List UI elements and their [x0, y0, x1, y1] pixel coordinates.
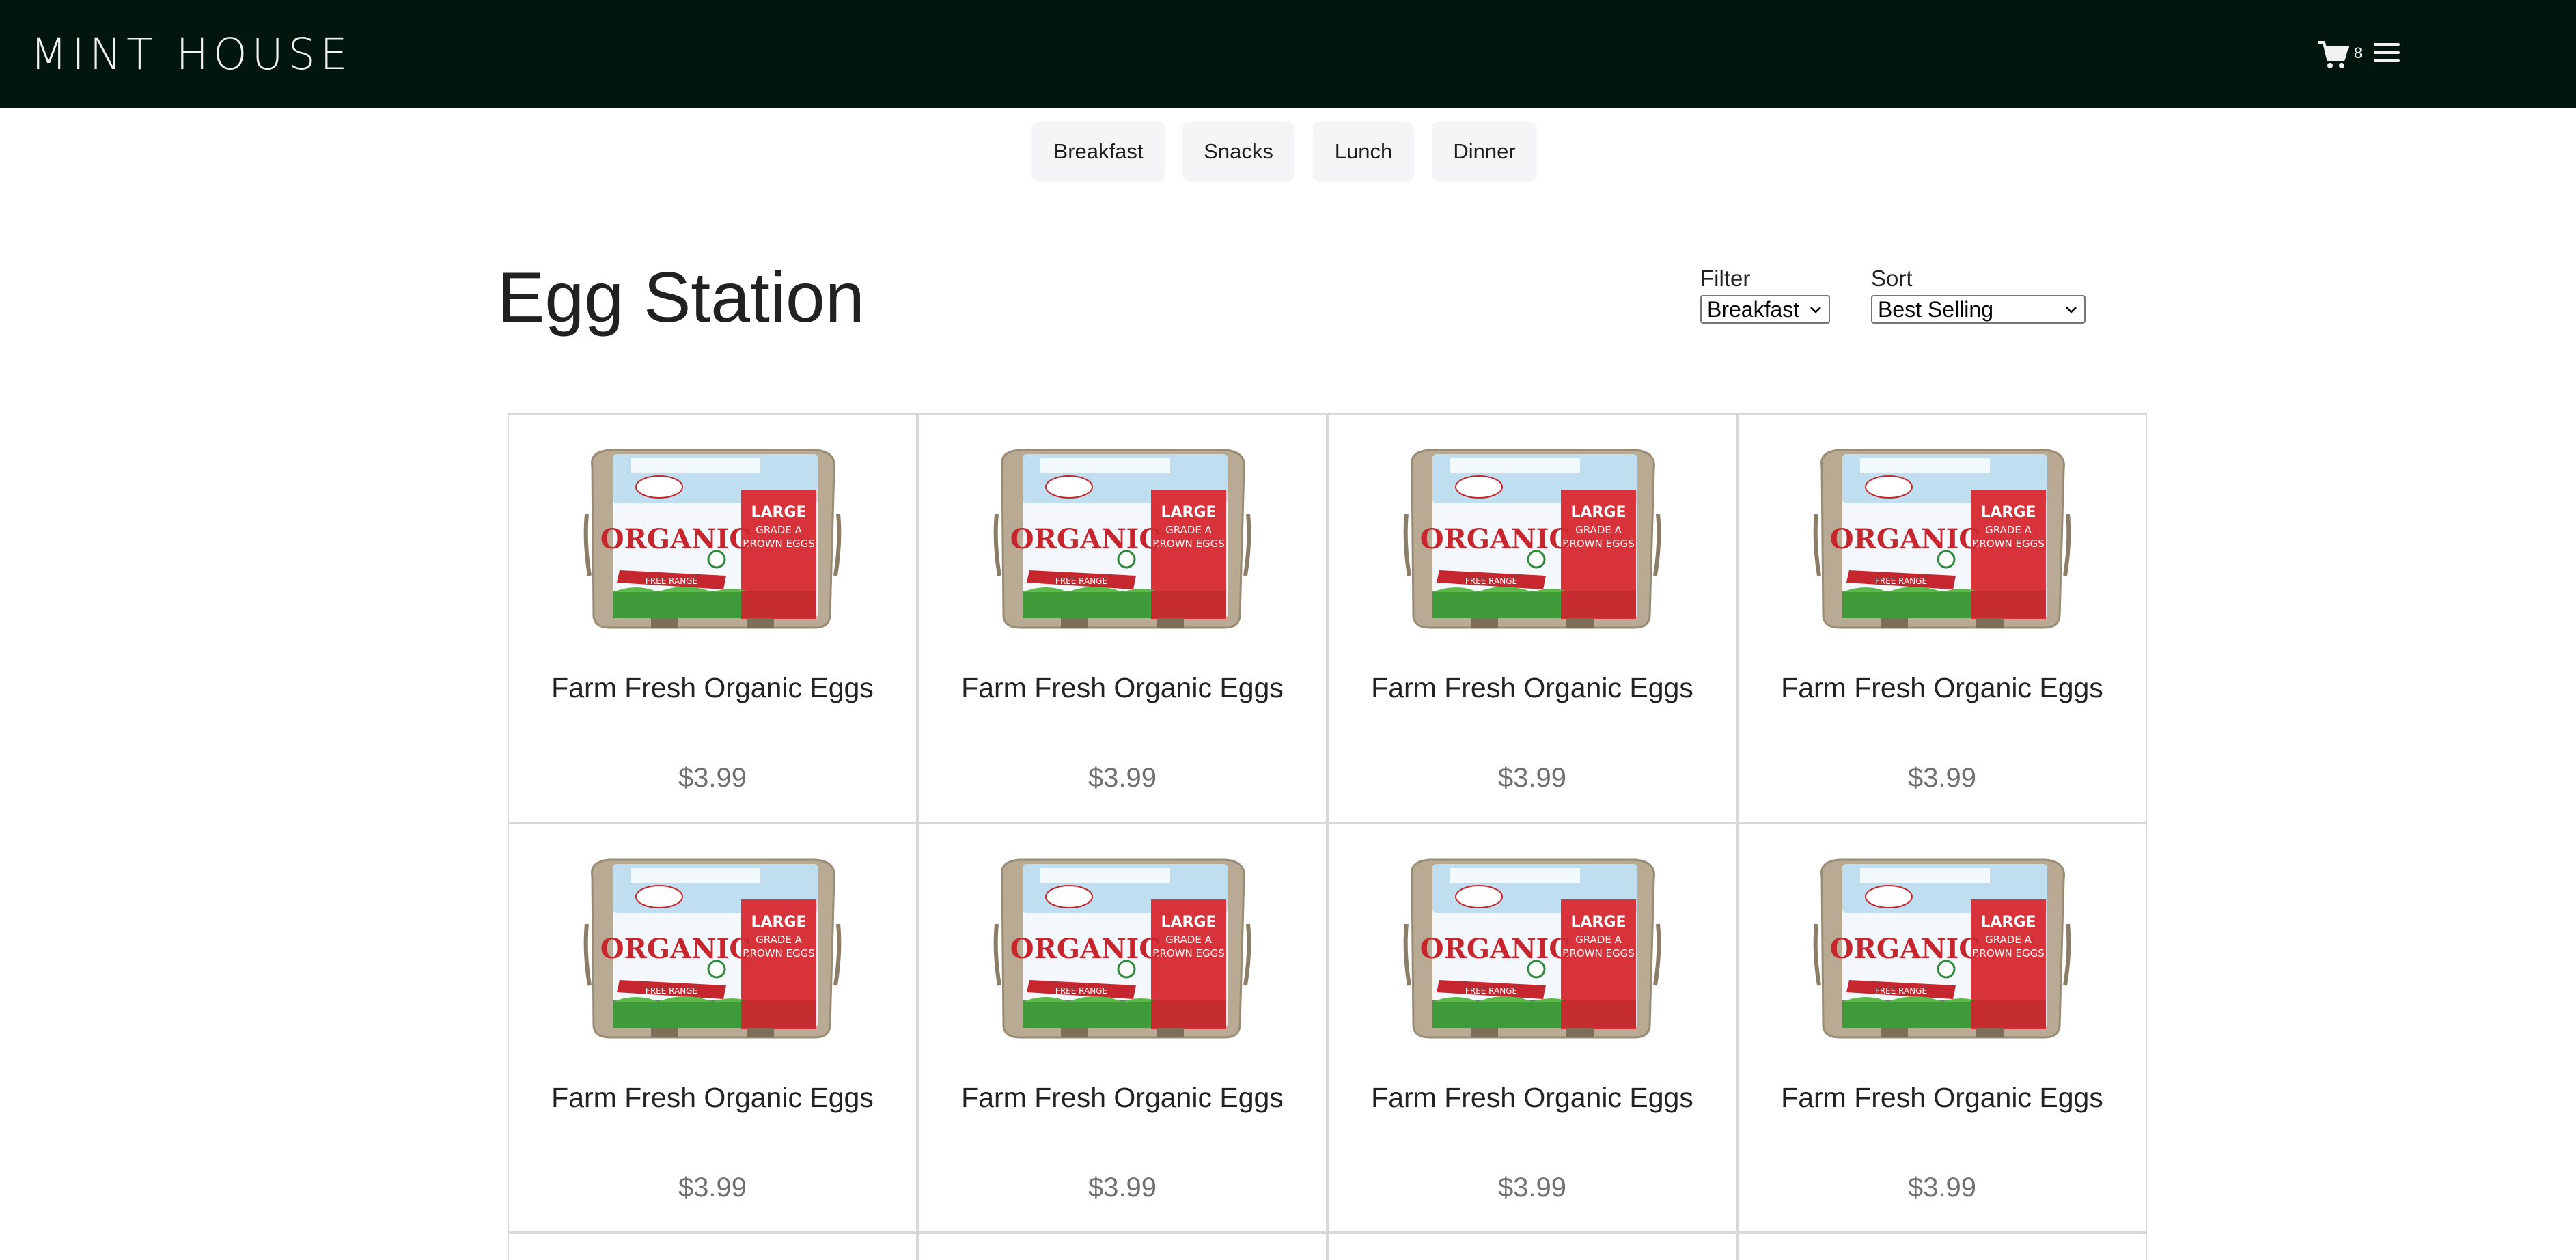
- product-name[interactable]: Farm Fresh Organic Eggs: [1739, 1081, 2146, 1114]
- svg-text:GRADE A: GRADE A: [756, 524, 802, 536]
- product-price: $3.99: [1497, 763, 1567, 793]
- product-name[interactable]: Farm Fresh Organic Eggs: [919, 1081, 1326, 1114]
- svg-text:FREE RANGE: FREE RANGE: [1465, 576, 1517, 586]
- filter-label: Filter: [1700, 266, 1751, 291]
- svg-text:GRADE A: GRADE A: [756, 934, 802, 946]
- site-header: MINT HOUSE 8: [0, 0, 2576, 108]
- egg-carton-image[interactable]: LARGE GRADE A BROWN EGGS ORGANIC FREE RA…: [1402, 856, 1662, 1040]
- product-card[interactable]: LARGE GRADE A BROWN EGGS ORGANIC FREE RA…: [1737, 413, 2147, 823]
- svg-text:BROWN EGGS: BROWN EGGS: [743, 537, 815, 550]
- svg-text:GRADE A: GRADE A: [1985, 524, 2032, 536]
- svg-text:ORGANIC: ORGANIC: [1010, 933, 1161, 965]
- svg-text:BROWN EGGS: BROWN EGGS: [1972, 537, 2045, 550]
- svg-text:GRADE A: GRADE A: [1165, 524, 1212, 536]
- egg-carton-image[interactable]: LARGE GRADE A BROWN EGGS ORGANIC FREE RA…: [993, 856, 1252, 1040]
- svg-text:ORGANIC: ORGANIC: [1420, 523, 1570, 555]
- egg-carton-image[interactable]: LARGE GRADE A BROWN EGGS ORGANIC FREE RA…: [583, 446, 842, 630]
- svg-text:BROWN EGGS: BROWN EGGS: [1152, 947, 1225, 960]
- product-price: $3.99: [678, 763, 747, 793]
- product-card[interactable]: LARGE GRADE A BROWN EGGS ORGANIC FREE RA…: [1327, 823, 1737, 1233]
- svg-text:LARGE: LARGE: [1570, 504, 1626, 521]
- cart-icon: [2318, 41, 2349, 68]
- sort-label: Sort: [1871, 266, 1913, 291]
- svg-text:FREE RANGE: FREE RANGE: [646, 986, 697, 996]
- product-name[interactable]: Farm Fresh Organic Eggs: [509, 1081, 916, 1114]
- sort-select[interactable]: Best Selling: [1871, 295, 2086, 324]
- product-price: $3.99: [1497, 1173, 1567, 1203]
- svg-text:LARGE: LARGE: [1161, 504, 1216, 521]
- svg-text:GRADE A: GRADE A: [1985, 934, 2032, 946]
- svg-text:GRADE A: GRADE A: [1165, 934, 1212, 946]
- svg-text:LARGE: LARGE: [751, 504, 806, 521]
- svg-text:LARGE: LARGE: [1980, 914, 2036, 931]
- product-card[interactable]: LARGE GRADE A BROWN EGGS ORGANIC FREE RA…: [508, 823, 917, 1233]
- svg-text:LARGE: LARGE: [751, 914, 806, 931]
- svg-text:ORGANIC: ORGANIC: [1830, 933, 1980, 965]
- svg-text:GRADE A: GRADE A: [1575, 934, 1622, 946]
- chevron-down-icon: [1810, 307, 1821, 313]
- egg-carton-image[interactable]: LARGE GRADE A BROWN EGGS ORGANIC FREE RA…: [1812, 856, 2072, 1040]
- egg-carton-image[interactable]: LARGE GRADE A BROWN EGGS ORGANIC FREE RA…: [583, 856, 842, 1040]
- category-lunch-button[interactable]: Lunch: [1313, 122, 1414, 182]
- product-card[interactable]: LARGE GRADE A BROWN EGGS ORGANIC FREE RA…: [917, 413, 1327, 823]
- egg-carton-image[interactable]: LARGE GRADE A BROWN EGGS ORGANIC FREE RA…: [1812, 446, 2072, 630]
- svg-text:FREE RANGE: FREE RANGE: [1055, 576, 1107, 586]
- product-card[interactable]: [508, 1233, 917, 1260]
- product-name[interactable]: Farm Fresh Organic Eggs: [509, 671, 916, 704]
- product-card[interactable]: [1327, 1233, 1737, 1260]
- product-card[interactable]: LARGE GRADE A BROWN EGGS ORGANIC FREE RA…: [508, 413, 917, 823]
- cart-button[interactable]: [2318, 40, 2349, 70]
- svg-text:ORGANIC: ORGANIC: [600, 933, 751, 965]
- svg-text:BROWN EGGS: BROWN EGGS: [1562, 537, 1635, 550]
- product-name[interactable]: Farm Fresh Organic Eggs: [1329, 671, 1736, 704]
- product-price: $3.99: [1907, 1173, 1977, 1203]
- egg-carton-image[interactable]: LARGE GRADE A BROWN EGGS ORGANIC FREE RA…: [993, 446, 1252, 630]
- hamburger-menu-button[interactable]: [2374, 41, 2400, 64]
- svg-text:BROWN EGGS: BROWN EGGS: [1972, 947, 2045, 960]
- svg-text:ORGANIC: ORGANIC: [1830, 523, 1980, 555]
- svg-text:FREE RANGE: FREE RANGE: [646, 576, 697, 586]
- filter-selected-value: Breakfast: [1707, 297, 1800, 322]
- category-breakfast-button[interactable]: Breakfast: [1031, 122, 1165, 182]
- filter-select[interactable]: Breakfast: [1700, 295, 1830, 324]
- product-grid: LARGE GRADE A BROWN EGGS ORGANIC FREE RA…: [508, 413, 2148, 1260]
- svg-text:FREE RANGE: FREE RANGE: [1055, 986, 1107, 996]
- category-dinner-button[interactable]: Dinner: [1432, 122, 1537, 182]
- svg-text:BROWN EGGS: BROWN EGGS: [1562, 947, 1635, 960]
- svg-text:FREE RANGE: FREE RANGE: [1875, 986, 1927, 996]
- sort-selected-value: Best Selling: [1878, 297, 1993, 322]
- svg-text:FREE RANGE: FREE RANGE: [1465, 986, 1517, 996]
- svg-text:ORGANIC: ORGANIC: [1420, 933, 1570, 965]
- product-name[interactable]: Farm Fresh Organic Eggs: [1739, 671, 2146, 704]
- svg-text:LARGE: LARGE: [1570, 914, 1626, 931]
- egg-carton-image[interactable]: LARGE GRADE A BROWN EGGS ORGANIC FREE RA…: [1402, 446, 1662, 630]
- svg-text:GRADE A: GRADE A: [1575, 524, 1622, 536]
- product-card[interactable]: LARGE GRADE A BROWN EGGS ORGANIC FREE RA…: [1737, 823, 2147, 1233]
- svg-text:BROWN EGGS: BROWN EGGS: [743, 947, 815, 960]
- product-name[interactable]: Farm Fresh Organic Eggs: [919, 671, 1326, 704]
- product-price: $3.99: [1907, 763, 1977, 793]
- product-price: $3.99: [1088, 763, 1157, 793]
- svg-text:LARGE: LARGE: [1980, 504, 2036, 521]
- category-snacks-button[interactable]: Snacks: [1182, 122, 1294, 182]
- chevron-down-icon: [2066, 307, 2077, 313]
- svg-text:BROWN EGGS: BROWN EGGS: [1152, 537, 1225, 550]
- cart-count-badge: 8: [2354, 44, 2363, 61]
- product-card[interactable]: [1737, 1233, 2147, 1260]
- svg-text:FREE RANGE: FREE RANGE: [1875, 576, 1927, 586]
- product-card[interactable]: LARGE GRADE A BROWN EGGS ORGANIC FREE RA…: [1327, 413, 1737, 823]
- svg-text:ORGANIC: ORGANIC: [600, 523, 751, 555]
- product-name[interactable]: Farm Fresh Organic Eggs: [1329, 1081, 1736, 1114]
- page-title: Egg Station: [497, 258, 865, 337]
- brand-logo[interactable]: MINT HOUSE: [30, 30, 352, 79]
- svg-text:LARGE: LARGE: [1161, 914, 1216, 931]
- svg-text:ORGANIC: ORGANIC: [1010, 523, 1161, 555]
- product-price: $3.99: [1088, 1173, 1157, 1203]
- product-card[interactable]: LARGE GRADE A BROWN EGGS ORGANIC FREE RA…: [917, 823, 1327, 1233]
- product-card[interactable]: [917, 1233, 1327, 1260]
- product-price: $3.99: [678, 1173, 747, 1203]
